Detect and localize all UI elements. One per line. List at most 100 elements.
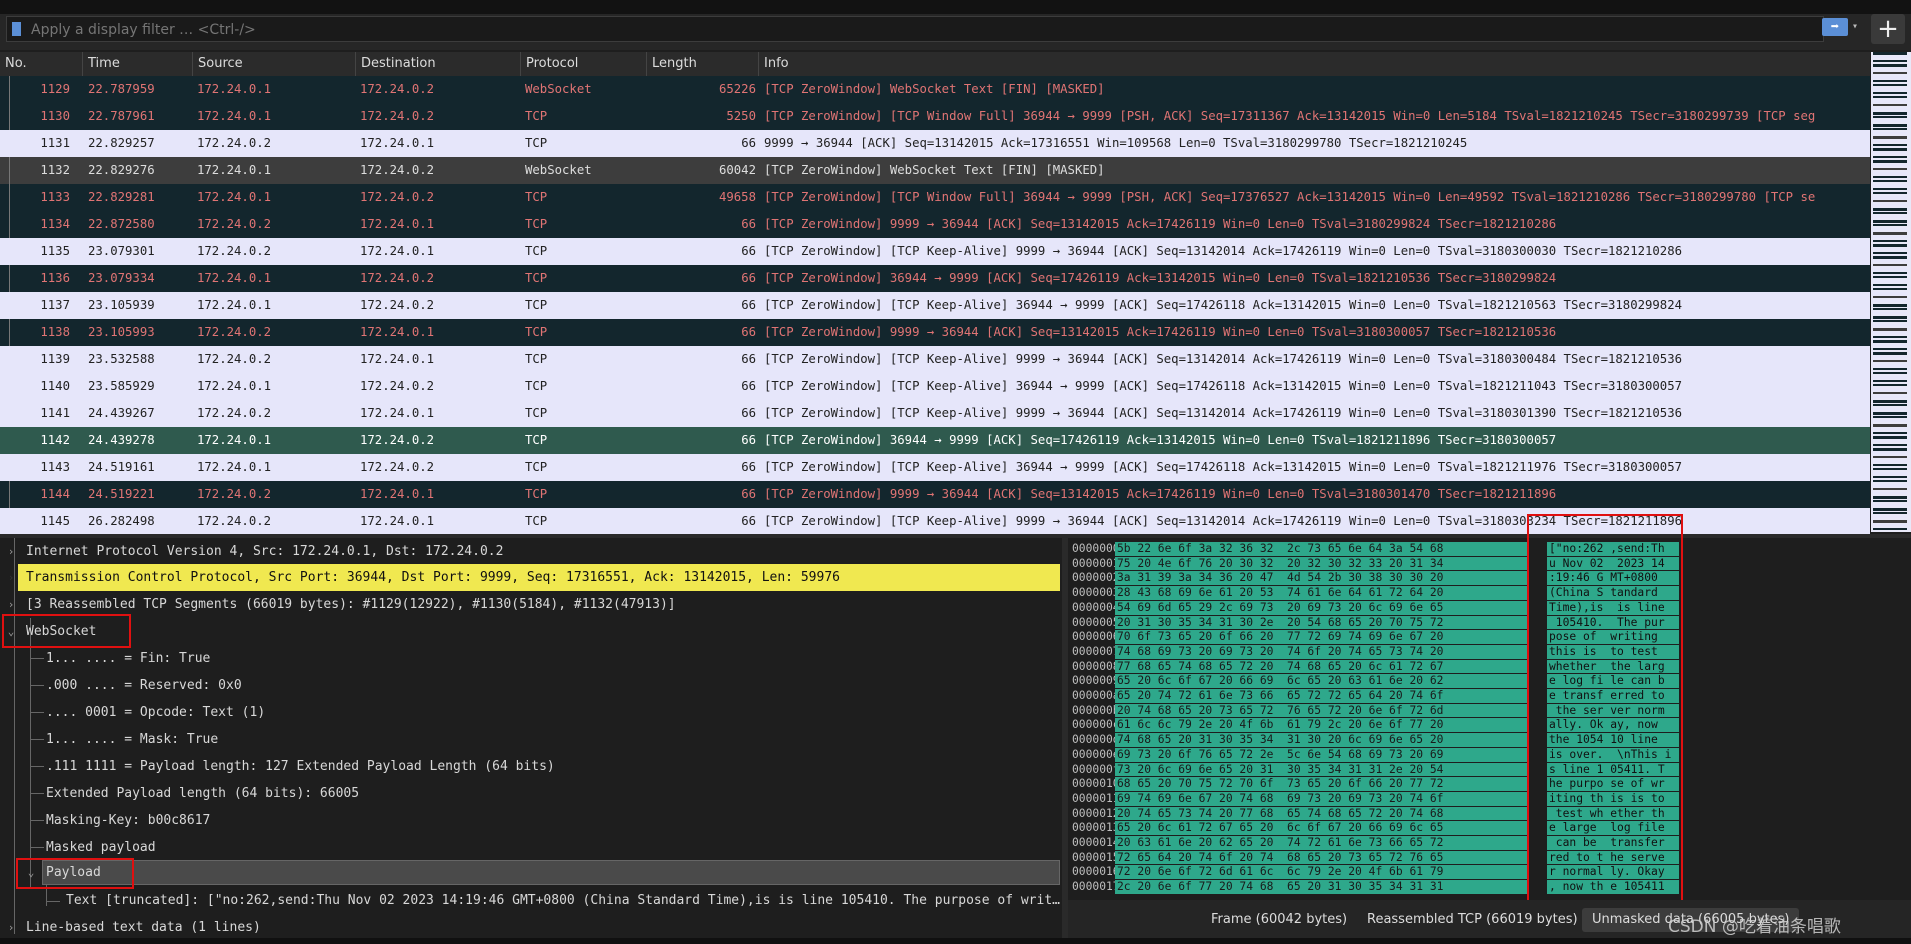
minimap-stripe xyxy=(1873,276,1907,278)
minimap-stripe xyxy=(1873,208,1907,211)
hex-bytes[interactable]: 20 63 61 6e 20 62 65 20 74 72 61 6e 73 6… xyxy=(1115,836,1527,850)
packet-length: 66 xyxy=(741,271,756,285)
packet-length: 66 xyxy=(741,433,756,447)
minimap-stripe xyxy=(1873,480,1907,482)
packet-row[interactable]: 1135 23.079301 172.24.0.2 172.24.0.1 TCP 66 [T… xyxy=(0,238,1870,265)
minimap-stripe xyxy=(1873,248,1907,250)
packet-row[interactable]: 1138 23.105993 172.24.0.2 172.24.0.1 TCP 66 [T… xyxy=(0,319,1870,346)
annotation-box-ascii xyxy=(1527,514,1683,906)
hex-bytes[interactable]: 70 6f 73 65 20 6f 66 20 77 72 69 74 69 6… xyxy=(1115,630,1527,644)
hex-bytes[interactable]: 65 20 74 72 61 6e 73 66 65 72 72 65 64 2… xyxy=(1115,689,1527,703)
hex-bytes[interactable]: 72 65 64 20 74 6f 20 74 68 65 20 73 65 7… xyxy=(1115,850,1527,865)
minimap-stripe xyxy=(1873,164,1907,166)
packet-info: [TCP ZeroWindow] [TCP Keep-Alive] 9999 →… xyxy=(764,406,1683,420)
packet-info: [TCP ZeroWindow] WebSocket Text [FIN] [M… xyxy=(764,163,1105,177)
hex-bytes[interactable]: 61 6c 6c 79 2e 20 4f 6b 61 79 2c 20 6e 6… xyxy=(1115,718,1527,733)
hex-bytes[interactable]: 54 69 6d 65 29 2c 69 73 20 69 73 20 6c 6… xyxy=(1115,600,1527,615)
minimap-stripe xyxy=(1873,352,1907,355)
payload-row-highlight xyxy=(42,860,1060,885)
expand-chevron-icon[interactable]: › xyxy=(4,564,18,591)
packet-row[interactable]: 1134 22.872580 172.24.0.2 172.24.0.1 TCP 66 [T… xyxy=(0,211,1870,238)
packet-length: 66 xyxy=(741,298,756,312)
minimap-stripe xyxy=(1873,428,1907,430)
minimap-stripe xyxy=(1873,436,1907,439)
hex-line: 00000160 72 20 6e 6f 72 6d 61 6c 6c 79 2e… xyxy=(1068,865,1911,880)
column-header-info[interactable]: Info xyxy=(759,52,1870,76)
tab-reassembled-tcp[interactable]: Reassembled TCP (66019 bytes) xyxy=(1357,908,1588,932)
hex-bytes[interactable]: 20 31 30 35 34 31 30 2e 20 54 68 65 20 7… xyxy=(1115,615,1527,630)
minimap-stripe xyxy=(1873,108,1907,110)
hex-bytes[interactable]: 74 68 65 20 31 30 35 34 31 30 20 6c 69 6… xyxy=(1115,733,1527,747)
tree-branch xyxy=(30,793,44,794)
tree-field-reserved-label: .000 .... = Reserved: 0x0 xyxy=(46,678,242,693)
packet-row[interactable]: 1140 23.585929 172.24.0.1 172.24.0.2 TCP 66 [T… xyxy=(0,373,1870,400)
hex-bytes[interactable]: 68 65 20 70 75 72 70 6f 73 65 20 6f 66 2… xyxy=(1115,777,1527,791)
column-header-length[interactable]: Length xyxy=(647,52,759,76)
hex-bytes[interactable]: 74 68 69 73 20 69 73 20 74 6f 20 74 65 7… xyxy=(1115,644,1527,659)
packet-row[interactable]: 1131 22.829257 172.24.0.2 172.24.0.1 TCP 66 99… xyxy=(0,130,1870,157)
hex-bytes[interactable]: 20 74 68 65 20 73 65 72 76 65 72 20 6e 6… xyxy=(1115,703,1527,718)
packet-row[interactable]: 1142 24.439278 172.24.0.1 172.24.0.2 TCP 66 [T… xyxy=(0,427,1870,454)
hex-bytes[interactable]: 3a 31 39 3a 34 36 20 47 4d 54 2b 30 38 3… xyxy=(1115,571,1527,586)
hex-line: 00000170 2c 20 6e 6f 77 20 74 68 65 20 31… xyxy=(1068,880,1911,894)
minimap-stripe xyxy=(1873,456,1907,458)
hex-bytes[interactable]: 75 20 4e 6f 76 20 30 32 20 32 30 32 33 2… xyxy=(1115,556,1527,571)
filter-history-dropdown-icon[interactable]: ▾ xyxy=(1852,18,1864,36)
packet-row[interactable]: 1130 22.787961 172.24.0.1 172.24.0.2 TCP 5250… xyxy=(0,103,1870,130)
hex-bytes[interactable]: 69 73 20 6f 76 65 72 2e 5c 6e 54 68 69 7… xyxy=(1115,747,1527,762)
packet-list-minimap-scrollbar[interactable] xyxy=(1871,52,1911,532)
hex-bytes[interactable]: 5b 22 6e 6f 3a 32 36 32 2c 73 65 6e 64 3… xyxy=(1115,542,1527,556)
apply-filter-arrow-icon[interactable]: ➡ xyxy=(1822,18,1848,36)
add-filter-button[interactable]: + xyxy=(1871,14,1905,44)
packet-row[interactable]: 1144 24.519221 172.24.0.2 172.24.0.1 TCP 66 [T… xyxy=(0,481,1870,508)
minimap-stripe xyxy=(1873,216,1907,218)
column-header-destination[interactable]: Destination xyxy=(356,52,521,76)
packet-length: 66 xyxy=(741,325,756,339)
minimap-stripe xyxy=(1873,284,1907,286)
hex-bytes[interactable]: 28 43 68 69 6e 61 20 53 74 61 6e 64 61 7… xyxy=(1115,586,1527,600)
hex-bytes[interactable]: 69 74 69 6e 67 20 74 68 69 73 20 69 73 2… xyxy=(1115,791,1527,806)
hex-bytes[interactable]: 77 68 65 74 68 65 72 20 74 68 65 20 6c 6… xyxy=(1115,659,1527,674)
column-header-protocol[interactable]: Protocol xyxy=(521,52,647,76)
packet-details-pane: › Internet Protocol Version 4, Src: 172.… xyxy=(0,538,1062,938)
tree-branch xyxy=(30,658,44,659)
packet-length: 49658 xyxy=(718,190,756,204)
tree-branch xyxy=(30,739,44,740)
packet-row[interactable]: 1143 24.519161 172.24.0.1 172.24.0.2 TCP 66 [T… xyxy=(0,454,1870,481)
expand-chevron-icon[interactable]: › xyxy=(4,538,18,565)
column-header-source[interactable]: Source xyxy=(193,52,356,76)
hex-line: 00000100 68 65 20 70 75 72 70 6f 73 65 20… xyxy=(1068,777,1911,791)
packet-row[interactable]: 1137 23.105939 172.24.0.1 172.24.0.2 TCP 66 [T… xyxy=(0,292,1870,319)
packet-row[interactable]: 1132 22.829276 172.24.0.1 172.24.0.2 WebSock… xyxy=(0,157,1870,184)
hex-bytes[interactable]: 73 20 6c 69 6e 65 20 31 30 35 34 31 31 2… xyxy=(1115,762,1527,777)
display-filter-box[interactable] xyxy=(6,16,1824,42)
column-header-time[interactable]: Time xyxy=(83,52,193,76)
packet-length: 66 xyxy=(741,244,756,258)
display-filter-input[interactable] xyxy=(29,19,1733,41)
minimap-stripe xyxy=(1873,340,1907,343)
minimap-stripe xyxy=(1873,72,1907,74)
packet-row[interactable]: 1141 24.439267 172.24.0.2 172.24.0.1 TCP 66 [T… xyxy=(0,400,1870,427)
minimap-stripe xyxy=(1873,144,1907,146)
packet-row[interactable]: 1136 23.079334 172.24.0.1 172.24.0.2 TCP 66 [T… xyxy=(0,265,1870,292)
hex-bytes[interactable]: 65 20 6c 61 72 67 65 20 6c 6f 67 20 66 6… xyxy=(1115,821,1527,835)
column-header-no[interactable]: No. xyxy=(0,52,83,76)
packet-row[interactable]: 1129 22.787959 172.24.0.1 172.24.0.2 WebSock… xyxy=(0,76,1870,103)
hex-bytes[interactable]: 20 74 65 73 74 20 77 68 65 74 68 65 72 2… xyxy=(1115,806,1527,821)
expand-chevron-icon[interactable]: › xyxy=(4,914,18,938)
packet-row[interactable]: 1133 22.829281 172.24.0.1 172.24.0.2 TCP 4965… xyxy=(0,184,1870,211)
packet-info: [TCP ZeroWindow] WebSocket Text [FIN] [M… xyxy=(764,82,1105,96)
minimap-stripe xyxy=(1873,468,1907,470)
filter-bookmark-icon[interactable] xyxy=(12,22,21,36)
tree-branch xyxy=(30,712,44,713)
minimap-stripe xyxy=(1873,368,1907,370)
tab-frame-bytes[interactable]: Frame (60042 bytes) xyxy=(1201,908,1357,932)
packet-row[interactable]: 1139 23.532588 172.24.0.2 172.24.0.1 TCP 66 [T… xyxy=(0,346,1870,373)
hex-bytes[interactable]: 2c 20 6e 6f 77 20 74 68 65 20 31 30 35 3… xyxy=(1115,880,1527,894)
hex-bytes[interactable]: 65 20 6c 6f 67 20 66 69 6c 65 20 63 61 6… xyxy=(1115,674,1527,688)
packet-bytes-pane: 00000000 5b 22 6e 6f 3a 32 36 32 2c 73 65… xyxy=(1068,538,1911,900)
hex-bytes[interactable]: 72 20 6e 6f 72 6d 61 6c 6c 79 2e 20 4f 6… xyxy=(1115,865,1527,880)
packet-length: 66 xyxy=(741,379,756,393)
packet-length: 5250 xyxy=(726,109,756,123)
minimap-stripe xyxy=(1873,76,1907,79)
